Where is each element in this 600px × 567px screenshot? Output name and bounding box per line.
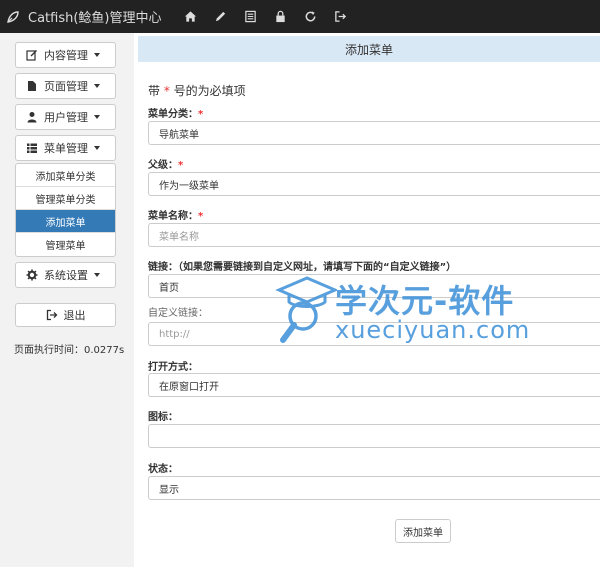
caret-down-icon <box>94 53 100 57</box>
sidebar-item-menus[interactable]: 菜单管理 <box>15 135 116 161</box>
open-mode-label: 打开方式： <box>148 362 198 373</box>
caret-down-icon <box>94 146 100 150</box>
caret-down-icon <box>94 115 100 119</box>
sidebar-item-label: 菜单管理 <box>44 142 88 155</box>
menu-name-input[interactable]: 菜单名称 <box>148 223 600 247</box>
watermark: 学次元-软件 xueciyuan.com <box>275 268 545 358</box>
sidebar-item-content[interactable]: 内容管理 <box>15 42 116 68</box>
sign-out-icon[interactable] <box>326 0 356 33</box>
required-note: 带 * 号的为必填项 <box>148 84 246 98</box>
sidebar-item-label: 页面管理 <box>44 80 88 93</box>
caret-down-icon <box>94 273 100 277</box>
add-menu-button[interactable]: 添加菜单 <box>395 519 451 543</box>
brand-title: Catfish(鲶鱼)管理中心 <box>28 11 162 26</box>
logout-button[interactable]: 退出 <box>15 303 116 327</box>
custom-link-label: 自定义链接： <box>148 308 208 319</box>
category-select[interactable]: 导航菜单 <box>148 121 600 145</box>
graduation-cap-magnifier-logo-icon <box>275 276 337 343</box>
status-label: 状态： <box>148 464 178 475</box>
sidebar-item-settings[interactable]: 系统设置 <box>15 262 116 288</box>
brand[interactable]: Catfish(鲶鱼)管理中心 <box>0 7 162 26</box>
open-mode-select[interactable]: 在原窗口打开 <box>148 373 600 397</box>
gear-icon <box>26 269 38 281</box>
parent-label: 父级：* <box>148 160 184 171</box>
submenu-manage-menu[interactable]: 管理菜单 <box>16 233 115 256</box>
sidebar-item-users[interactable]: 用户管理 <box>15 104 116 130</box>
sidebar-item-label: 系统设置 <box>44 269 88 282</box>
parent-select[interactable]: 作为一级菜单 <box>148 172 600 196</box>
logout-label: 退出 <box>63 309 86 322</box>
submenu-add-menu[interactable]: 添加菜单 <box>16 210 115 233</box>
pencil-icon[interactable] <box>206 0 236 33</box>
submenu-manage-category[interactable]: 管理菜单分类 <box>16 187 115 210</box>
list-icon[interactable] <box>236 0 266 33</box>
icon-input[interactable] <box>148 424 600 448</box>
submenu-add-category[interactable]: 添加菜单分类 <box>16 164 115 187</box>
icon-field-label: 图标： <box>148 412 178 423</box>
page-title: 添加菜单 <box>138 36 600 62</box>
exec-time: 页面执行时间：0.0277s <box>14 345 125 356</box>
fish-logo-icon <box>6 10 20 24</box>
status-select[interactable]: 显示 <box>148 476 600 500</box>
top-navbar: Catfish(鲶鱼)管理中心 <box>0 0 600 33</box>
sidebar-item-label: 内容管理 <box>44 49 88 62</box>
file-icon <box>26 80 38 92</box>
edit-icon <box>26 49 38 61</box>
sidebar-item-label: 用户管理 <box>44 111 88 124</box>
sidebar-item-pages[interactable]: 页面管理 <box>15 73 116 99</box>
sign-out-icon <box>46 309 58 321</box>
sidebar: 内容管理 页面管理 用户管理 菜单管理 添加菜单分类 管理菜单分类 添加菜单 管… <box>0 33 134 567</box>
user-icon <box>26 111 38 123</box>
name-label: 菜单名称：* <box>148 211 204 222</box>
watermark-url: xueciyuan.com <box>335 316 531 344</box>
category-label: 菜单分类：* <box>148 109 204 120</box>
home-icon[interactable] <box>176 0 206 33</box>
menu-submenu: 添加菜单分类 管理菜单分类 添加菜单 管理菜单 <box>15 163 116 257</box>
caret-down-icon <box>94 84 100 88</box>
refresh-icon[interactable] <box>296 0 326 33</box>
lock-icon[interactable] <box>266 0 296 33</box>
list-icon <box>26 142 38 154</box>
